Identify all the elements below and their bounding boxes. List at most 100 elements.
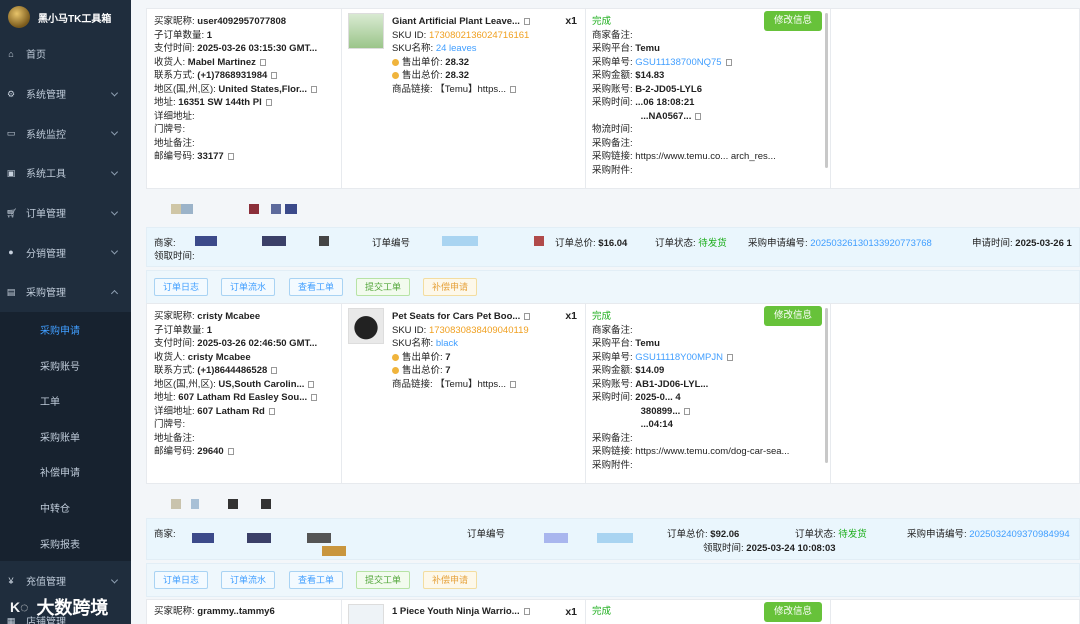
product-image [348,308,384,344]
order-summary: 商家: 订单编号 订单总价: $92.06 订单状态: 待发货 采购申请编号: … [146,518,1080,560]
users-icon: ● [8,247,14,258]
sidebar-item-compensation[interactable]: 补偿申请 [0,454,131,490]
product-name[interactable]: Giant Artificial Plant Leave... [392,16,520,27]
product-info: Pet Seats for Cars Pet Boo... SKU ID: 17… [342,304,586,483]
copy-icon[interactable] [524,313,531,320]
order-log-button[interactable]: 订单日志 [154,278,209,296]
coin-icon [392,367,399,374]
copy-icon[interactable] [510,380,517,388]
order-card: 买家昵称: user4092957077808 子订单数量: 1 支付时间: 2… [146,8,1080,189]
edit-info-button[interactable]: 修改信息 [763,602,822,622]
chevron-up-icon [110,289,119,298]
watermark-logo-icon: K◌ [10,599,29,615]
product-info: 1 Piece Youth Ninja Warrio... x1 [342,600,586,624]
copy-icon[interactable] [684,407,691,415]
purchase-submenu: 采购申请 采购账号 工单 采购账单 补偿申请 中转仓 采购报表 [0,311,131,561]
chevron-down-icon [110,247,119,255]
copy-icon[interactable] [523,608,530,615]
buyer-info: 买家昵称: grammy..tammy6 [147,600,342,624]
app-logo: 黑小马TK工具箱 [8,6,111,28]
copy-icon[interactable] [725,58,732,66]
purchase-info: 完成 商家备注: 采购平台: Temu 采购单号: GSU11118Y00MPJ… [586,304,831,483]
home-icon: ⌂ [8,48,14,59]
monitor-icon: ▭ [6,128,16,139]
sidebar-item-orders[interactable]: 🛒︎ 订单管理 [0,193,131,233]
sidebar-item-purchase-report[interactable]: 采购报表 [0,525,131,561]
sidebar-nav: ⌂ 首页 ⚙ 系统管理 ▭ 系统监控 ▣ 系统工具 🛒︎ 订单管理 ● 分销管理 ▤ 采购管理… [0,34,131,624]
compensation-button[interactable]: 补偿申请 [423,278,478,296]
sidebar-item-distribution[interactable]: ● 分销管理 [0,232,131,272]
sidebar: 黑小马TK工具箱 ⌂ 首页 ⚙ 系统管理 ▭ 系统监控 ▣ 系统工具 🛒︎ 订单管理 ● 分… [0,0,131,624]
compensation-button[interactable]: 补偿申请 [423,571,478,589]
copy-icon[interactable] [265,99,272,106]
product-info: Giant Artificial Plant Leave... SKU ID: … [342,9,586,188]
cart-icon: 🛒︎ [6,207,18,218]
copy-icon[interactable] [308,380,315,388]
purchase-info: 完成 商家备注: 采购平台: Temu 采购单号: GSU11138700NQ7… [586,9,831,188]
watermark: K◌ 大数跨境 [10,598,109,618]
sidebar-item-purchase-apply[interactable]: 采购申请 [0,312,131,348]
sidebar-item-tools[interactable]: ▣ 系统工具 [0,153,131,193]
purchase-info: 完成 修改信息 [586,600,831,624]
product-link[interactable]: 【Temu】https... [435,84,506,95]
copy-icon[interactable] [271,72,278,79]
order-actions: 订单日志 订单流水 查看工单 提交工单 补偿申请 [146,270,1080,304]
logo-icon [8,6,30,28]
coin-icon [392,353,399,361]
view-ticket-button[interactable]: 查看工单 [289,278,344,296]
edit-info-button[interactable]: 修改信息 [763,306,822,326]
product-image [348,13,384,49]
quantity: x1 [565,606,577,618]
gear-icon: ⚙ [6,88,16,99]
order-card: 买家昵称: cristy Mcabee 子订单数量: 1 支付时间: 2025-… [146,303,1080,484]
sidebar-item-home[interactable]: ⌂ 首页 [0,34,131,74]
sidebar-item-transit-warehouse[interactable]: 中转仓 [0,490,131,526]
quantity: x1 [565,310,577,322]
copy-icon[interactable] [227,448,234,455]
order-flow-button[interactable]: 订单流水 [221,571,276,589]
submit-ticket-button[interactable]: 提交工单 [356,278,411,296]
order-actions: 订单日志 订单流水 查看工单 提交工单 补偿申请 [146,563,1080,597]
sidebar-item-purchase-bill[interactable]: 采购账单 [0,419,131,455]
view-ticket-button[interactable]: 查看工单 [289,571,344,589]
order-card: 买家昵称: grammy..tammy6 1 Piece Youth Ninja… [146,599,1080,624]
order-summary: 商家: 领取时间: 订单编号 订单总价: $16.04 订单状态: 待发货 采购… [146,227,1080,267]
copy-icon[interactable] [311,85,318,93]
copy-icon[interactable] [311,394,318,401]
chevron-down-icon [110,168,119,176]
purchase-icon: ▤ [6,286,16,297]
app-title: 黑小马TK工具箱 [38,13,112,25]
chevron-down-icon [110,88,119,97]
sidebar-item-ticket[interactable]: 工单 [0,383,131,419]
main-content: 买家昵称: user4092957077808 子订单数量: 1 支付时间: 2… [131,0,1080,624]
product-link[interactable]: 【Temu】https... [435,379,506,390]
product-name[interactable]: Pet Seats for Cars Pet Boo... [392,311,520,322]
sidebar-item-system[interactable]: ⚙ 系统管理 [0,74,131,114]
order-flow-button[interactable]: 订单流水 [221,278,276,296]
copy-icon[interactable] [523,18,530,25]
chevron-down-icon [110,128,119,136]
copy-icon[interactable] [227,153,234,160]
chevron-down-icon [110,208,119,216]
scrollbar[interactable] [825,13,828,168]
copy-icon[interactable] [695,112,702,120]
order-log-button[interactable]: 订单日志 [154,571,209,589]
submit-ticket-button[interactable]: 提交工单 [356,571,411,589]
coin-icon [392,72,399,79]
copy-icon[interactable] [510,85,517,93]
edit-info-button[interactable]: 修改信息 [763,11,822,31]
sidebar-item-monitor[interactable]: ▭ 系统监控 [0,113,131,153]
scrollbar[interactable] [825,308,828,463]
buyer-info: 买家昵称: cristy Mcabee 子订单数量: 1 支付时间: 2025-… [147,304,342,483]
copy-icon[interactable] [268,407,275,415]
sidebar-item-purchase-account[interactable]: 采购账号 [0,347,131,383]
toolbox-icon: ▣ [6,167,16,178]
quantity: x1 [565,15,577,27]
product-name[interactable]: 1 Piece Youth Ninja Warrio... [392,606,520,617]
chevron-down-icon [110,576,119,584]
product-image [348,604,384,624]
copy-icon[interactable] [726,353,733,361]
copy-icon[interactable] [271,367,278,374]
sidebar-item-purchase[interactable]: ▤ 采购管理 [0,272,131,312]
copy-icon[interactable] [259,58,266,66]
